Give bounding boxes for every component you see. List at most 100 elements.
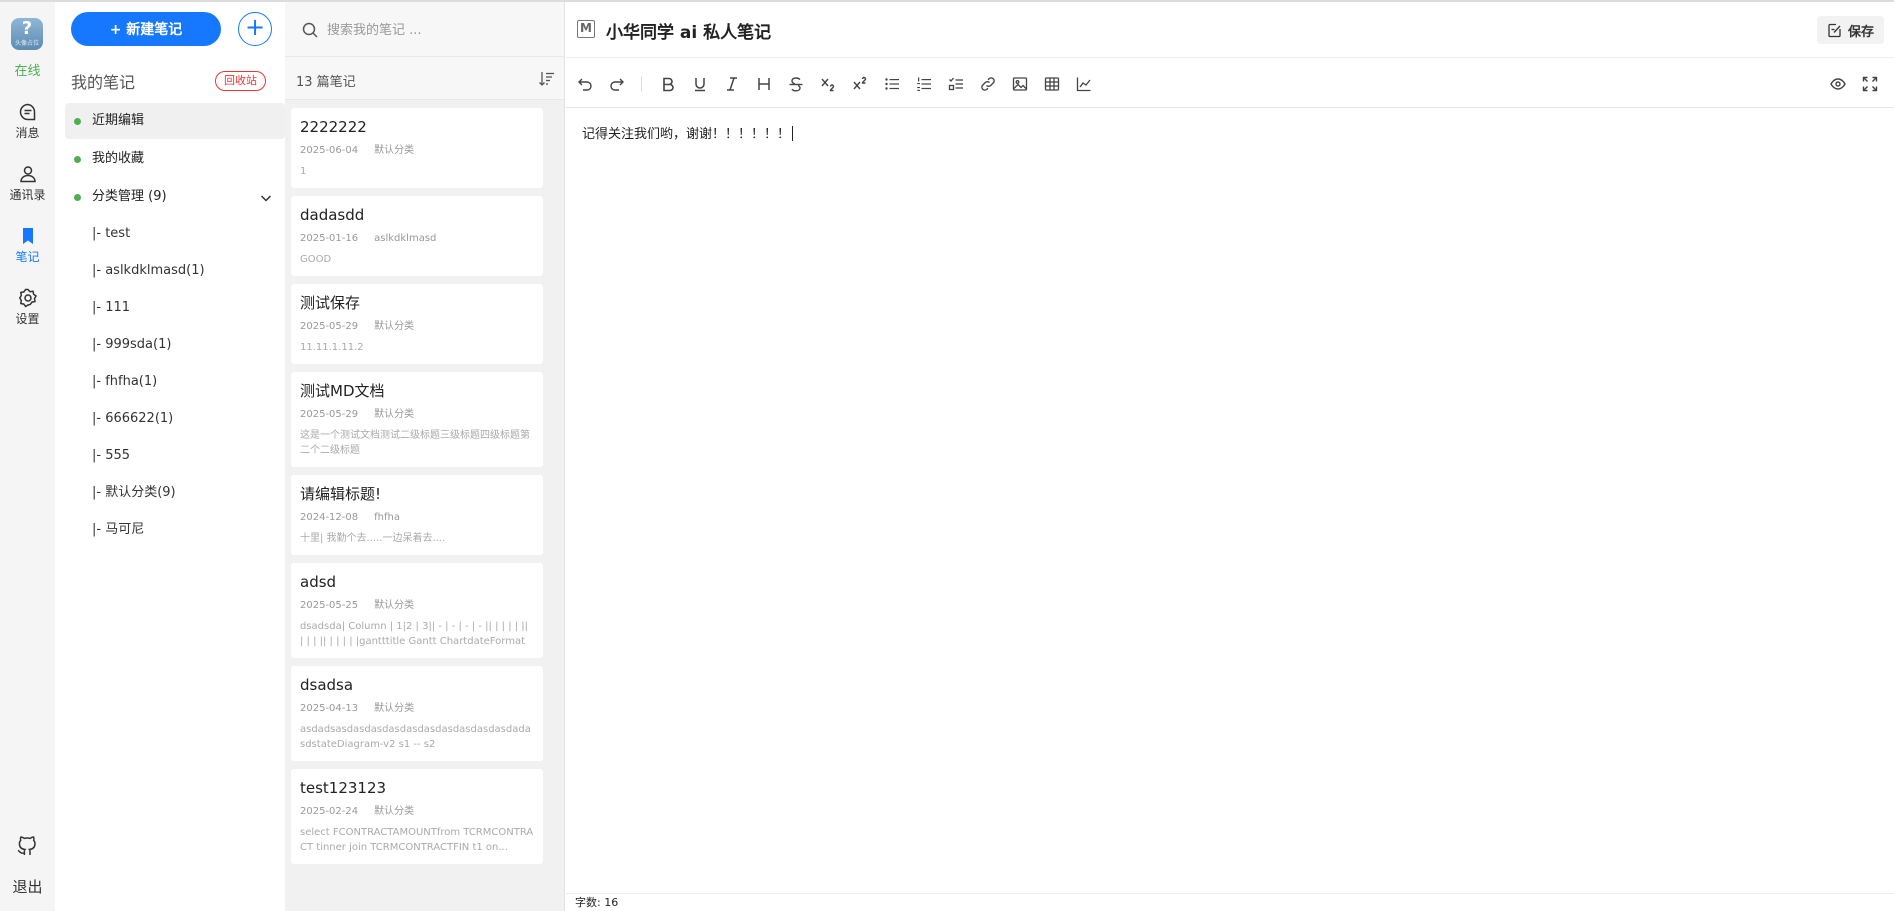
fullscreen-icon (1862, 76, 1878, 92)
search-icon (302, 22, 318, 38)
text-cursor (792, 126, 794, 141)
note-card[interactable]: 请编辑标题! 2024-12-08 fhfha 十里| 我勤个去.....一边呆着… (291, 475, 543, 555)
note-meta: 2025-05-25 默认分类 (300, 599, 534, 613)
sidebar-item-label: 近期编辑 (92, 113, 145, 128)
github-icon[interactable] (16, 834, 38, 856)
table-button[interactable] (1042, 74, 1062, 94)
note-card[interactable]: 测试MD文档 2025-05-29 默认分类 这是一个测试文档测试二级标题三级标题… (291, 372, 543, 467)
eye-icon (1830, 78, 1846, 90)
fullscreen-button[interactable] (1860, 74, 1880, 94)
sidebar-item-recent[interactable]: 近期编辑 (65, 103, 285, 139)
subscript-button[interactable] (818, 74, 838, 94)
underline-button[interactable] (690, 74, 710, 94)
add-button[interactable]: + (238, 12, 272, 46)
category-item[interactable]: |- 999sda(1) (65, 326, 285, 363)
note-meta: 2025-05-29 默认分类 (300, 408, 534, 422)
ordered-list-button[interactable] (914, 74, 934, 94)
save-label: 保存 (1847, 24, 1874, 40)
preview-button[interactable] (1828, 74, 1848, 94)
nav-contacts[interactable]: 通讯录 (0, 164, 55, 203)
redo-button[interactable] (607, 74, 627, 94)
category-item[interactable]: |- 马可尼 (65, 511, 285, 548)
nav-notes-label: 笔记 (15, 250, 40, 264)
superscript-button[interactable] (850, 74, 870, 94)
chart-button[interactable] (1074, 74, 1094, 94)
search-input[interactable] (327, 17, 547, 43)
note-card[interactable]: adsd 2025-05-25 默认分类 dsadsda| Column | 1|… (291, 563, 543, 658)
search-bar (285, 2, 564, 56)
new-note-button[interactable]: + 新建笔记 (71, 12, 221, 46)
note-category: 默认分类 (374, 600, 415, 611)
italic-button[interactable] (722, 74, 742, 94)
bookmark-icon (22, 228, 33, 244)
category-item[interactable]: |- test (65, 215, 285, 252)
editor-content[interactable]: 记得关注我们哟，谢谢！！！！！！ (582, 123, 794, 142)
category-item[interactable]: |- fhfha(1) (65, 363, 285, 400)
note-card[interactable]: 2222222 2025-06-04 默认分类 1 (291, 108, 543, 188)
note-summary: asdadsasdasdasdasdasdasdasdasdasdasdadas… (300, 724, 531, 750)
link-button[interactable] (978, 74, 998, 94)
undo-button[interactable] (575, 74, 595, 94)
chevron-down-icon[interactable] (259, 191, 273, 205)
save-button[interactable]: 保存 (1816, 16, 1884, 44)
note-card[interactable]: test123123 2025-02-24 默认分类 select FCONTRA… (291, 769, 543, 864)
note-summary: GOOD (300, 254, 332, 265)
note-card[interactable]: dsadsa 2025-04-13 默认分类 asdadsasdasdasdasd… (291, 666, 543, 761)
nav-settings[interactable]: 设置 (0, 288, 55, 327)
category-item[interactable]: |- aslkdklmasd(1) (65, 252, 285, 289)
strikethrough-button[interactable] (786, 74, 806, 94)
note-summary: 1 (300, 166, 307, 177)
note-meta: 2025-01-16 aslkdklmasd (300, 232, 534, 246)
note-date: 2025-05-25 (300, 600, 359, 611)
nav-notes[interactable]: 笔记 (0, 226, 55, 265)
status-dot (74, 118, 81, 125)
note-summary: select FCONTRACTAMOUNTfrom TCRMCONTRACT … (300, 827, 534, 853)
note-title: 请编辑标题! (300, 485, 382, 503)
heading-button[interactable] (754, 74, 774, 94)
avatar[interactable]: ? 头像占位 (11, 18, 43, 50)
my-notes-title: 我的笔记 (71, 73, 136, 92)
heading-icon (758, 78, 770, 90)
category-item[interactable]: |- 666622(1) (65, 400, 285, 437)
sidebar-item-label: 分类管理 (9) (92, 189, 167, 204)
superscript-icon (853, 76, 867, 90)
image-button[interactable] (1010, 74, 1030, 94)
note-title-field[interactable]: 小华同学 ai 私人笔记 (606, 18, 771, 43)
italic-icon (727, 77, 737, 91)
bold-button[interactable] (658, 74, 678, 94)
nav-messages-label: 消息 (15, 126, 40, 140)
sidebar-item-favorites[interactable]: 我的收藏 (65, 141, 285, 177)
note-category: 默认分类 (374, 806, 415, 817)
link-icon (981, 77, 995, 91)
strikethrough-icon (789, 77, 803, 92)
category-item[interactable]: |- 555 (65, 437, 285, 474)
redo-icon (610, 78, 624, 91)
note-title: adsd (300, 573, 337, 591)
note-category: 默认分类 (374, 145, 415, 156)
checklist-button[interactable] (946, 74, 966, 94)
bullet-list-icon (885, 78, 899, 90)
category-item[interactable]: |- 111 (65, 289, 285, 326)
note-card[interactable]: 测试保存 2025-05-29 默认分类 11.11.1.11.2 (291, 284, 543, 364)
toolbar-divider (641, 76, 642, 92)
category-item[interactable]: |- 默认分类(9) (65, 474, 285, 511)
sort-icon[interactable] (538, 70, 555, 87)
status-dot (74, 156, 81, 163)
online-status: 在线 (14, 64, 41, 79)
image-icon (1012, 77, 1028, 91)
word-count: 字数: 16 (566, 893, 1894, 911)
note-category: fhfha (374, 512, 400, 523)
nav-messages[interactable]: 消息 (0, 102, 55, 141)
editor-header: M 小华同学 ai 私人笔记 保存 (566, 2, 1894, 58)
note-card[interactable]: dadasdd 2025-01-16 aslkdklmasd GOOD (291, 196, 543, 276)
note-meta: 2025-02-24 默认分类 (300, 805, 534, 819)
sidebar-item-categories[interactable]: 分类管理 (9) (65, 179, 285, 215)
sidebar-item-label: 我的收藏 (92, 151, 145, 166)
note-title: dsadsa (300, 676, 354, 694)
logout-button[interactable]: 退出 (0, 876, 55, 897)
note-date: 2025-05-29 (300, 409, 359, 420)
bullet-list-button[interactable] (882, 74, 902, 94)
underline-icon (695, 78, 705, 92)
recycle-bin-button[interactable]: 回收站 (215, 71, 266, 91)
note-title: 2222222 (300, 118, 367, 136)
